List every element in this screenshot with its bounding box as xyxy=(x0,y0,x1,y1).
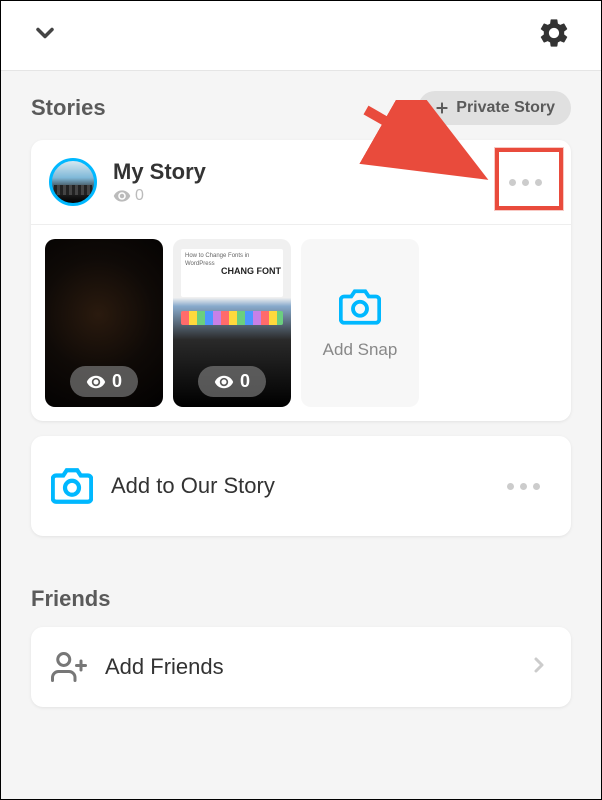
chevron-right-icon xyxy=(527,653,551,682)
my-story-info: My Story 0 xyxy=(113,159,497,205)
add-snap-label: Add Snap xyxy=(323,340,398,360)
snap-view-count: 0 xyxy=(240,371,250,392)
our-story-more-button[interactable] xyxy=(495,458,551,514)
snap-overlay-big: CHANG FONT xyxy=(221,267,281,276)
my-story-more-button[interactable] xyxy=(497,154,553,210)
private-story-label: Private Story xyxy=(456,99,555,117)
snap-view-pill: 0 xyxy=(198,366,266,397)
settings-gear-icon[interactable] xyxy=(537,16,571,55)
camera-icon xyxy=(51,465,93,507)
stories-title: Stories xyxy=(31,95,106,121)
friends-section-header: Friends xyxy=(1,566,601,627)
more-dots-icon xyxy=(507,483,540,490)
add-friends-card[interactable]: Add Friends xyxy=(31,627,571,707)
my-story-card: My Story 0 xyxy=(31,140,571,421)
my-story-title: My Story xyxy=(113,159,497,185)
add-friend-icon xyxy=(51,649,87,685)
snap-thumbnail[interactable]: 0 xyxy=(45,239,163,407)
add-snap-button[interactable]: Add Snap xyxy=(301,239,419,407)
my-story-snaps-row: 0 How to Change Fonts in WordPress CHANG… xyxy=(31,225,571,421)
my-story-header[interactable]: My Story 0 xyxy=(31,140,571,225)
friends-title: Friends xyxy=(31,586,110,612)
add-friends-label: Add Friends xyxy=(105,654,527,680)
camera-icon xyxy=(339,286,381,328)
private-story-button[interactable]: Private Story xyxy=(418,91,571,125)
stories-section-header: Stories Private Story xyxy=(1,71,601,140)
eye-icon xyxy=(214,372,234,392)
add-to-our-story-label: Add to Our Story xyxy=(111,473,495,499)
plus-icon xyxy=(434,100,450,116)
my-story-view-count: 0 xyxy=(135,187,144,205)
friends-section: Friends Add Friends xyxy=(1,566,601,707)
my-story-avatar[interactable] xyxy=(49,158,97,206)
app-header xyxy=(1,1,601,71)
snap-thumbnail[interactable]: How to Change Fonts in WordPress CHANG F… xyxy=(173,239,291,407)
eye-icon xyxy=(86,372,106,392)
eye-icon xyxy=(113,187,131,205)
back-chevron-icon[interactable] xyxy=(31,19,59,52)
snap-view-pill: 0 xyxy=(70,366,138,397)
snap-view-count: 0 xyxy=(112,371,122,392)
more-dots-icon xyxy=(509,179,542,186)
add-to-our-story-card[interactable]: Add to Our Story xyxy=(31,436,571,536)
my-story-views: 0 xyxy=(113,187,497,205)
